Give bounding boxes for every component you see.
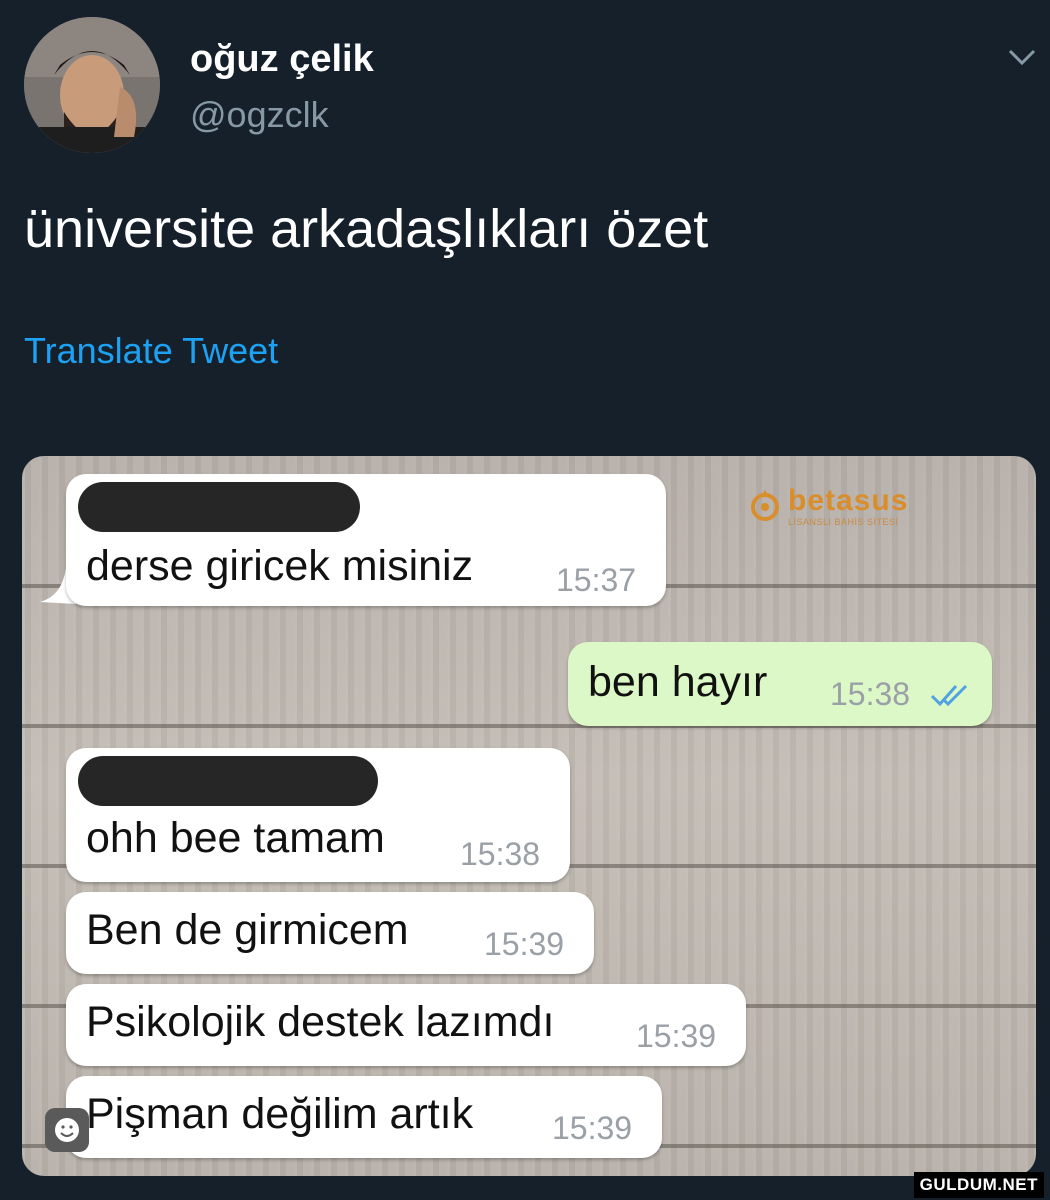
avatar[interactable]: [24, 17, 160, 153]
logo-name: betasus: [788, 484, 909, 517]
chevron-down-icon[interactable]: [1005, 40, 1039, 74]
redacted-sender: [78, 756, 378, 806]
message-text: Pişman değilim artık: [86, 1090, 474, 1138]
avatar-photo: [24, 17, 160, 153]
message-time: 15:38: [830, 676, 911, 712]
message-time: 15:39: [552, 1110, 633, 1146]
author-name[interactable]: oğuz çelik: [190, 38, 374, 81]
smiley-glyph: [55, 1118, 79, 1142]
double-check-icon: [930, 684, 968, 707]
message-bubble-incoming[interactable]: ohh bee tamam 15:38: [66, 748, 570, 882]
logo-tagline: LİSANSLI BAHİS SİTESİ: [788, 517, 899, 527]
message-text: Ben de girmicem: [86, 906, 409, 954]
message-time: 15:37: [556, 562, 637, 598]
logo-icon: [751, 490, 779, 521]
message-time: 15:38: [460, 836, 541, 872]
smiley-icon[interactable]: [45, 1108, 89, 1152]
message-time: 15:39: [636, 1018, 717, 1054]
message-text: Psikolojik destek lazımdı: [86, 998, 555, 1046]
author-handle[interactable]: @ogzclk: [190, 94, 329, 136]
message-bubble-incoming[interactable]: Pişman değilim artık 15:39: [66, 1076, 662, 1158]
overlay-logo: betasus LİSANSLI BAHİS SİTESİ: [748, 484, 918, 534]
message-bubble-incoming[interactable]: Psikolojik destek lazımdı 15:39: [66, 984, 746, 1066]
site-watermark: GULDUM.NET: [913, 1172, 1044, 1198]
message-bubble-outgoing[interactable]: ben hayır 15:38: [568, 642, 992, 726]
message-bubble-incoming[interactable]: Ben de girmicem 15:39: [66, 892, 594, 974]
tweet-text: üniversite arkadaşlıkları özet: [24, 199, 709, 259]
redacted-sender: [78, 482, 360, 532]
message-time: 15:39: [484, 926, 565, 962]
translate-tweet-link[interactable]: Translate Tweet: [24, 330, 278, 372]
message-bubble-incoming[interactable]: derse giricek misiniz 15:37: [66, 474, 666, 606]
tweet-media-image[interactable]: betasus LİSANSLI BAHİS SİTESİ derse giri…: [22, 456, 1036, 1176]
message-text: ben hayır: [588, 658, 768, 706]
message-text: derse giricek misiniz: [86, 542, 474, 590]
message-text: ohh bee tamam: [86, 814, 385, 862]
